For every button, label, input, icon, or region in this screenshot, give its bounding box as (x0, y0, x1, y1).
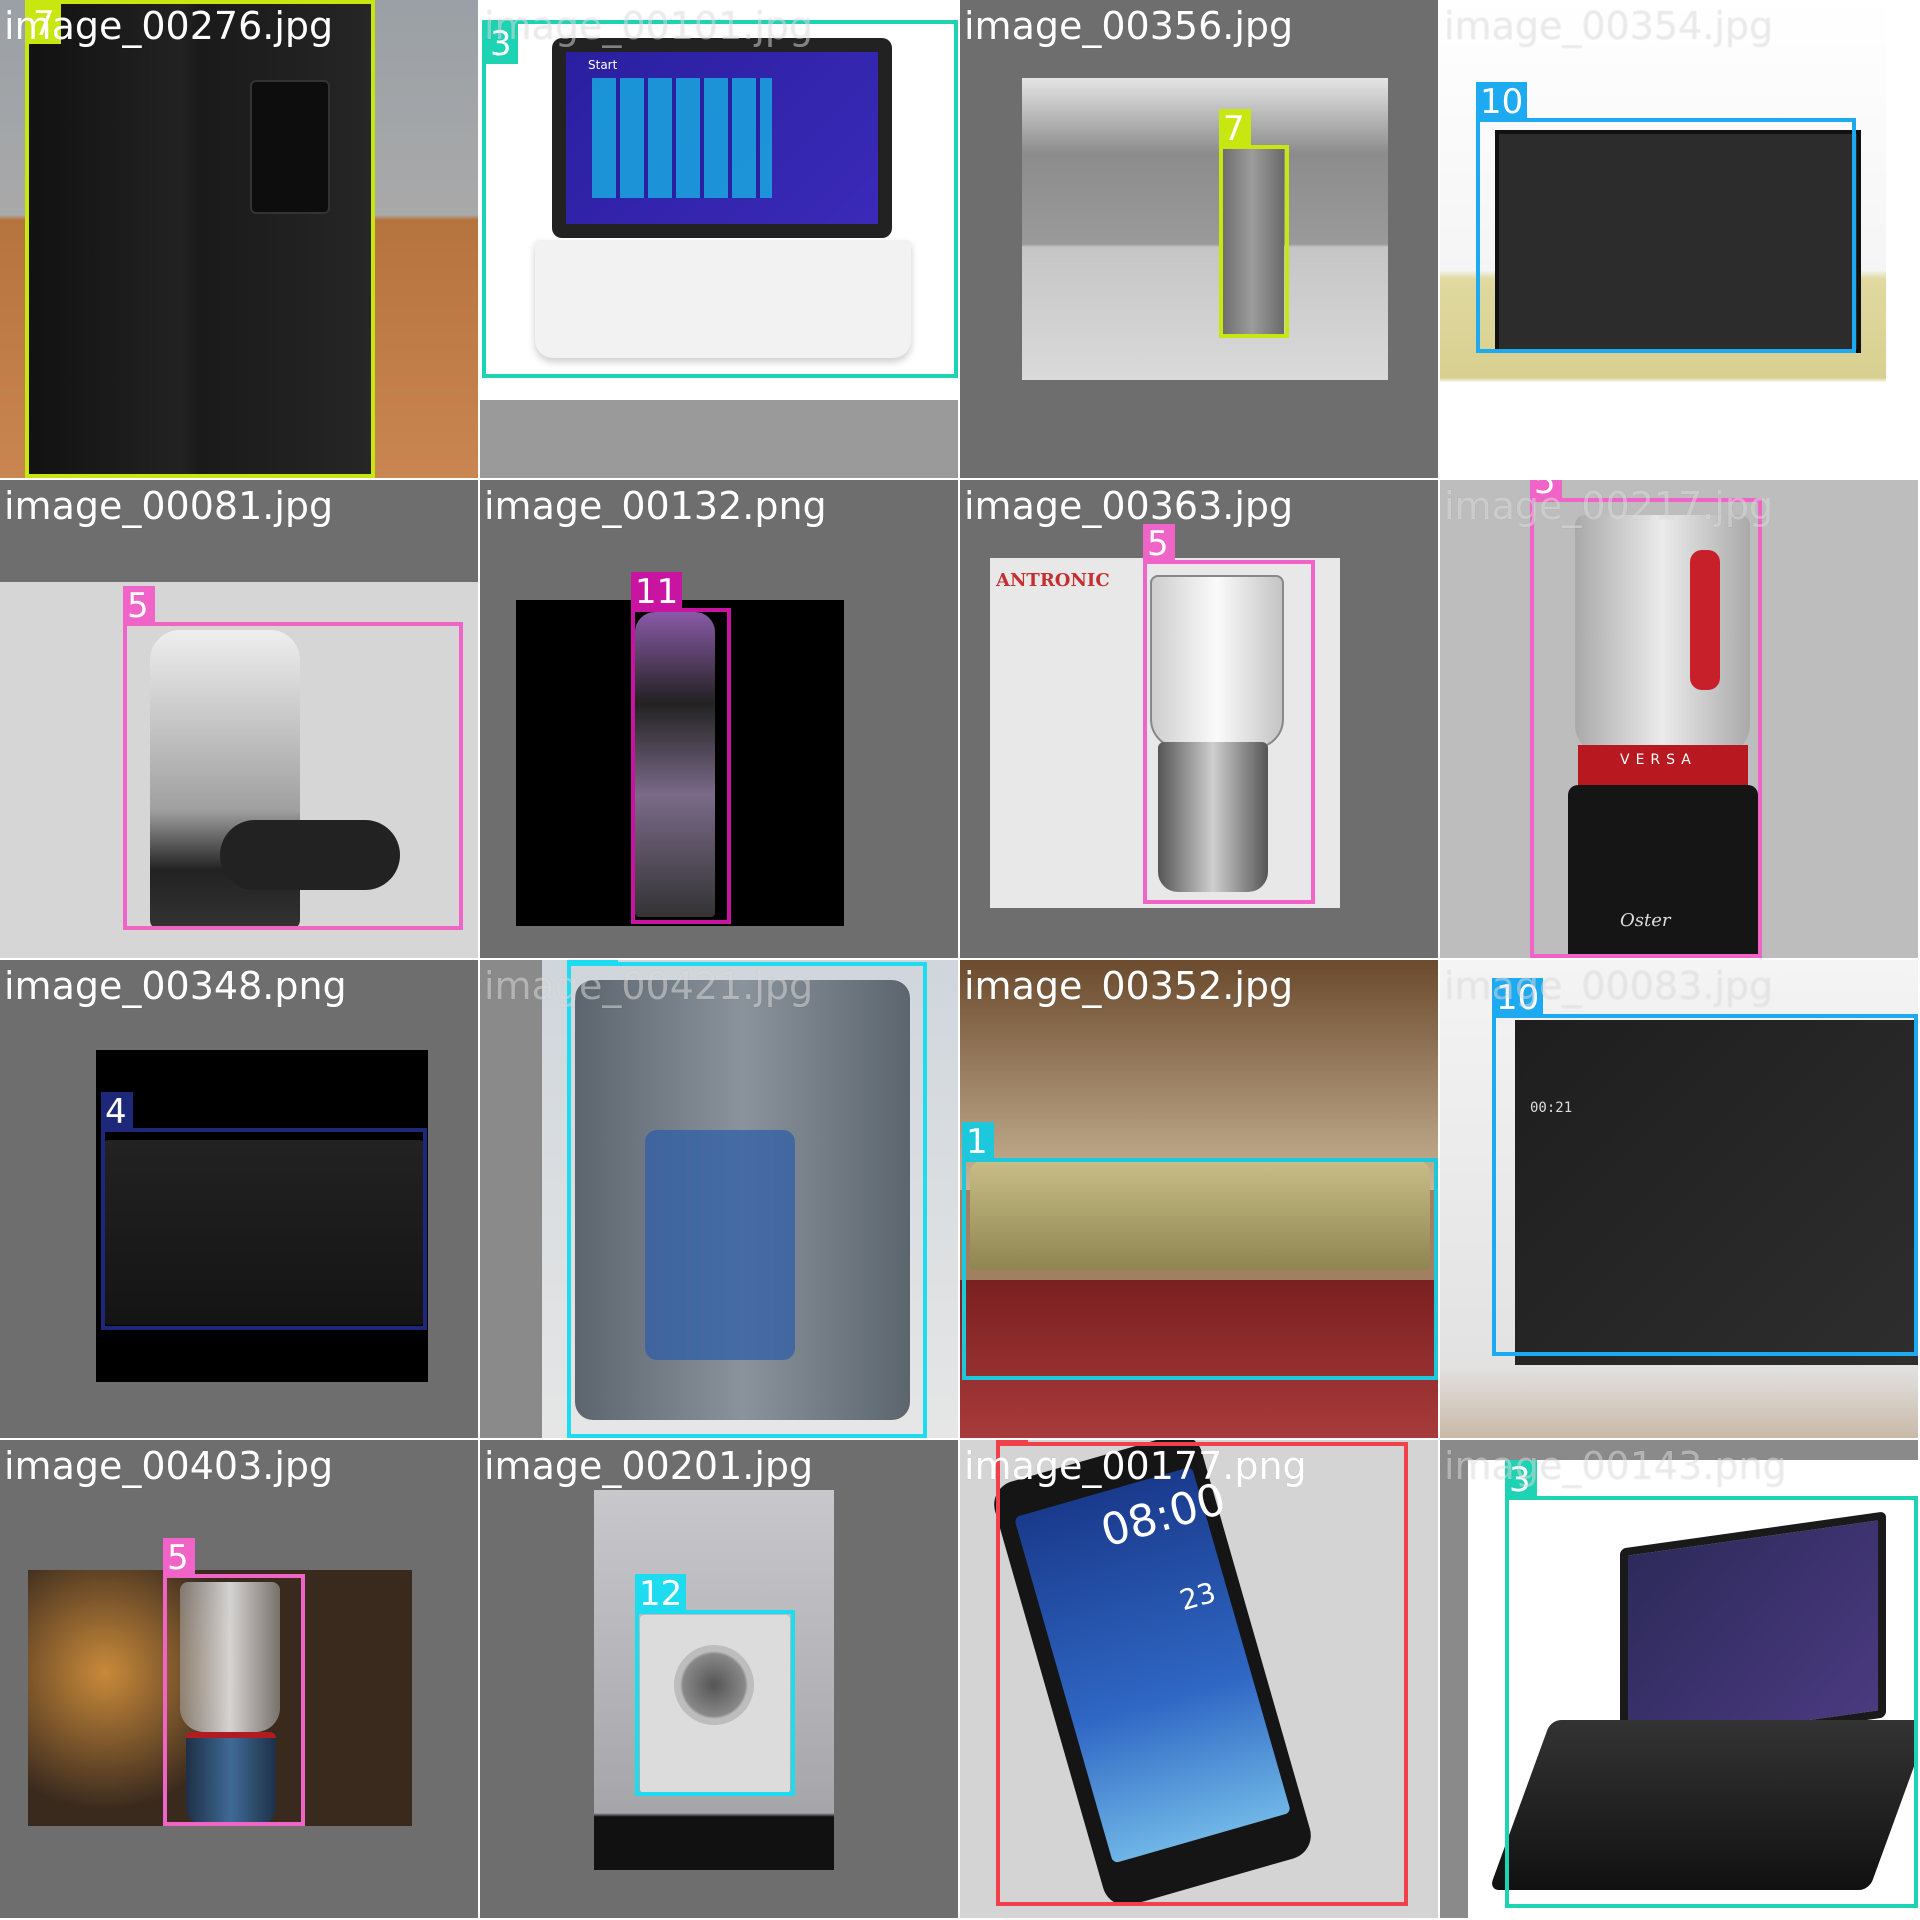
photo-upright-vacuum (635, 612, 715, 917)
tile-filename: image_00101.jpg (484, 4, 814, 48)
photo-black-base (1568, 785, 1758, 958)
photo-red-carpet (960, 1280, 1438, 1438)
tile-fridge-black: 7 image_00276.jpg (0, 0, 478, 478)
tile-filename: image_00201.jpg (484, 1444, 814, 1488)
photo-blue-base (186, 1732, 276, 1824)
tile-washer-toploader: 12 image_00421.jpg (480, 960, 958, 1438)
photo-microwave-glass (1515, 1020, 1918, 1365)
antronic-logo-text: ANTRONIC (996, 570, 1110, 591)
tile-filename: image_00083.jpg (1444, 964, 1774, 1008)
photo-tv-screen (1495, 130, 1861, 353)
versa-text: VERSA (1620, 752, 1697, 768)
microwave-timer-text: 00:21 (1530, 1100, 1573, 1116)
photo-sofa (970, 1160, 1430, 1270)
tile-fridge-kitchen: 7 image_00356.jpg (960, 0, 1438, 478)
tile-filename: image_00177.png (964, 1444, 1307, 1488)
tile-filename: image_00143.png (1444, 1444, 1787, 1488)
tile-filename: image_00356.jpg (964, 4, 1294, 48)
tile-filename: image_00421.jpg (484, 964, 814, 1008)
tile-laptop-white: Start 3 image_00101.jpg (480, 0, 958, 478)
photo-washer-door (674, 1645, 754, 1725)
photo-red-handle (1690, 550, 1720, 690)
tile-filename: image_00403.jpg (4, 1444, 334, 1488)
photo-kitchen-grayscale (1022, 78, 1388, 380)
photo-steel-fridge (1220, 148, 1284, 334)
tile-microwave-builtin: 00:21 10 image_00083.jpg (1440, 960, 1918, 1438)
photo-blender-jar (1575, 515, 1750, 755)
tile-blender-kitchen: 5 image_00403.jpg (0, 1440, 478, 1918)
laptop-start-text: Start (588, 58, 618, 72)
tile-filename: image_00348.png (4, 964, 347, 1008)
tile-filename: image_00363.jpg (964, 484, 1294, 528)
photo-blender-base (1158, 742, 1268, 892)
tile-tv: 10 image_00354.jpg (1440, 0, 1918, 478)
tile-filename: image_00352.jpg (964, 964, 1294, 1008)
tile-laptop-black: 3 image_00143.png (1440, 1440, 1918, 1918)
photo-blender-jar (180, 1582, 280, 1732)
photo-blender-jar (1150, 575, 1284, 749)
tile-blender-set: 5 image_00081.jpg (0, 480, 478, 958)
photo-fridge-dispenser (250, 80, 330, 214)
photo-microwave (104, 1140, 424, 1325)
photo-laptop-keyboard (1489, 1720, 1918, 1890)
tile-filename: image_00217.jpg (1444, 484, 1774, 528)
photo-washer-panel (645, 1130, 795, 1360)
tile-filename: image_00276.jpg (4, 4, 334, 48)
oster-logo-text: Oster (1620, 910, 1671, 931)
photo-blender-lids (220, 820, 400, 890)
tile-microwave-black: 4 image_00348.png (0, 960, 478, 1438)
photo-laptop-display: Start (566, 52, 878, 224)
photo-laptop-keyboard (535, 240, 911, 358)
tile-vacuum: 11 image_00132.png (480, 480, 958, 958)
tile-sofa-room: 1 image_00352.jpg (960, 960, 1438, 1438)
laptop-tiles (592, 78, 772, 198)
tile-filename: image_00081.jpg (4, 484, 334, 528)
photo-laptop-screen: Start (552, 38, 892, 238)
tile-phone: 08:00 23 6 image_00177.png (960, 1440, 1438, 1918)
tile-blender-antronic: ANTRONIC 5 image_00363.jpg (960, 480, 1438, 958)
photo-laptop-screen (1620, 1511, 1886, 1755)
detection-grid: 7 image_00276.jpg Start 3 image_00101.jp… (0, 0, 1920, 1920)
photo-black-fridge (25, 0, 373, 478)
tile-filename: image_00132.png (484, 484, 827, 528)
tile-blender-oster: VERSA Oster 5 image_00217.jpg (1440, 480, 1918, 958)
tile-washer-frontloader: 12 image_00201.jpg (480, 1440, 958, 1918)
tile-filename: image_00354.jpg (1444, 4, 1774, 48)
